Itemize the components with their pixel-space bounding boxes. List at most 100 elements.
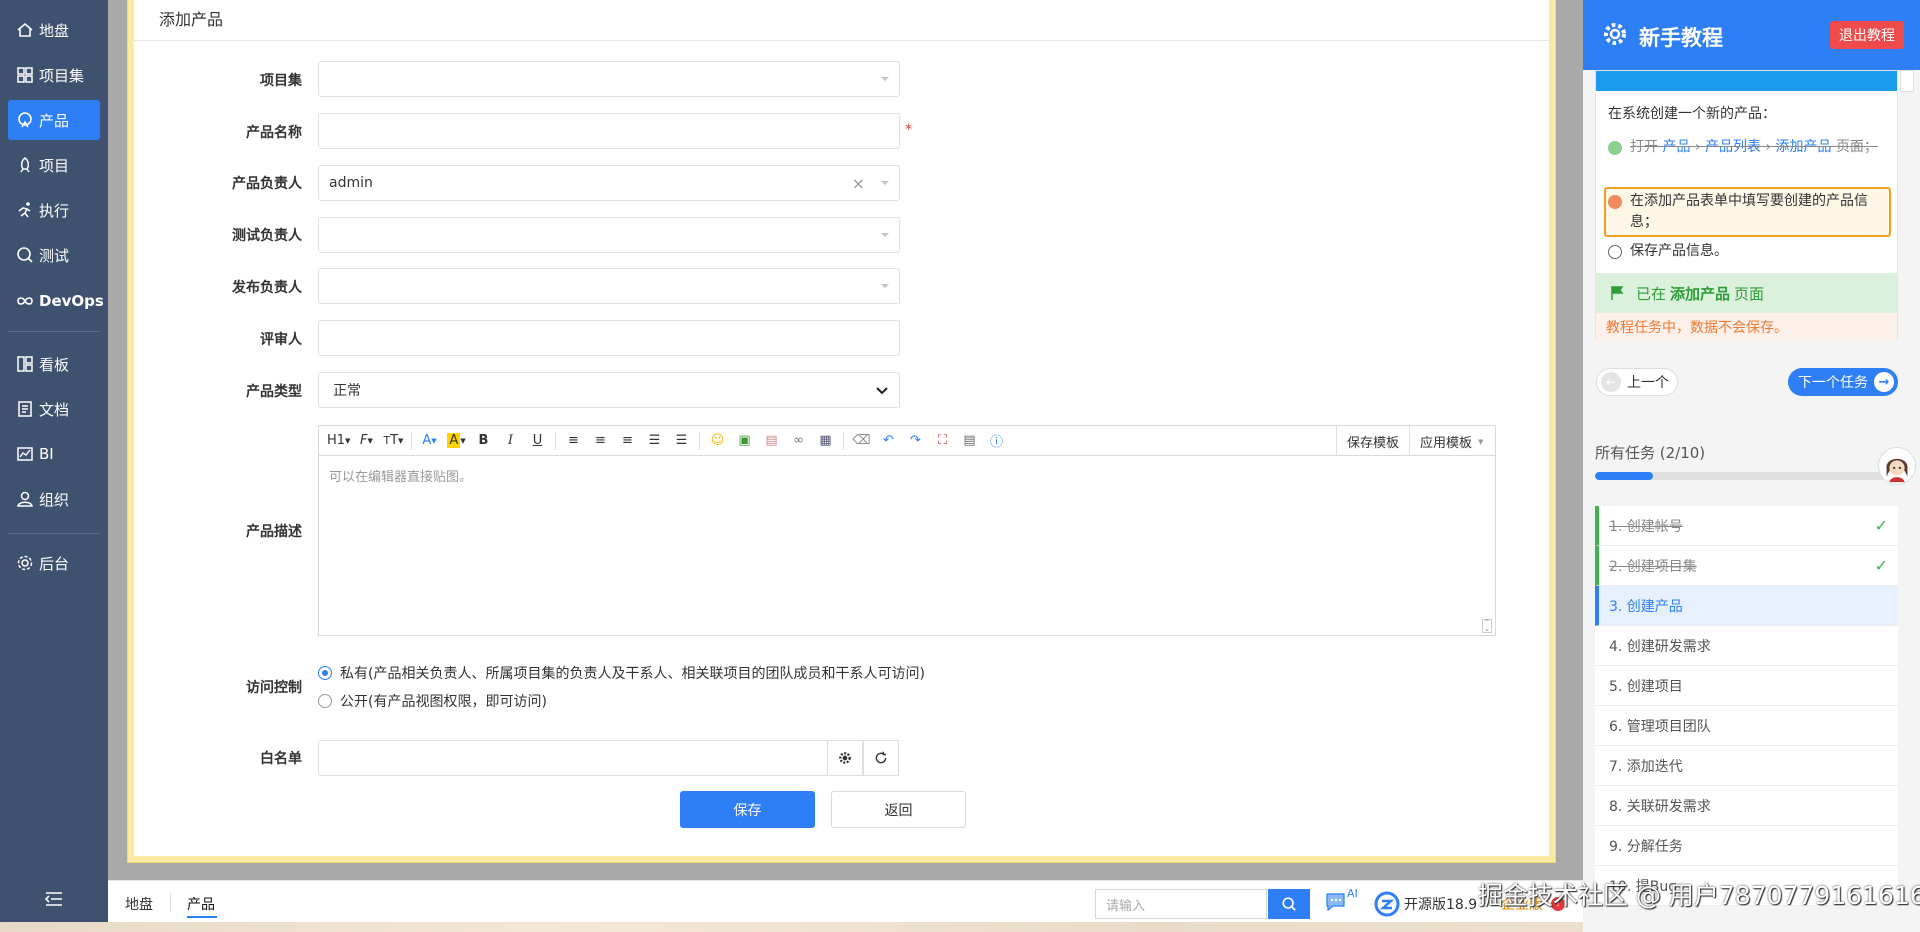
step-item-3: 保存产品信息。 [1608,241,1728,262]
task-item[interactable]: 1. 创建帐号 ✓ [1595,506,1898,546]
global-search-input[interactable]: 请输入 [1095,889,1267,919]
ai-chat-button[interactable]: AI [1324,887,1358,917]
redo-icon[interactable]: ↷ [904,430,926,452]
align-right-icon[interactable]: ≡ [616,430,638,452]
undo-icon[interactable]: ↶ [877,430,899,452]
rd-select[interactable] [318,268,900,304]
font-size-button[interactable]: T T ▾ [382,430,404,452]
task-item[interactable]: 4. 创建研发需求 [1595,626,1898,666]
home-icon [17,22,33,37]
underline-button[interactable]: U [526,430,548,452]
exit-tutorial-button[interactable]: 退出教程 [1830,21,1904,49]
save-button[interactable]: 保存 [680,791,815,828]
next-task-button[interactable]: 下一个任务 → [1788,368,1898,396]
tutorial-step-card: 在系统创建一个新的产品： 打开 产品 › 产品列表 › 添加产品 页面； 在添加… [1595,70,1898,341]
image-icon[interactable]: ▣ [733,430,755,452]
table-icon[interactable]: ▦ [814,430,836,452]
nav-item-home[interactable]: 地盘 [8,10,100,50]
assistant-avatar[interactable] [1878,447,1916,485]
search-button[interactable] [1268,889,1310,919]
unordered-list-icon[interactable]: ☰ [670,430,692,452]
radio-private[interactable] [318,666,332,680]
nav-item-label: 项目 [39,156,70,175]
po-select[interactable]: admin × [318,165,900,201]
step-link-add-product[interactable]: 添加产品 [1775,139,1831,155]
nav-item-project[interactable]: 项目 [8,145,100,185]
task-item[interactable]: 6. 管理项目团队 [1595,706,1898,746]
prev-step-button[interactable]: ← 上一个 [1596,368,1678,396]
nav-item-org[interactable]: 组织 [8,479,100,519]
whitelist-input[interactable] [318,740,828,776]
description-editor[interactable]: H1 ▾ F ▾ T T ▾ A ▾ A ▾ B I U ≡ ≡ ≡ ☰ ☰ ☺ ▣ ▤ ∞… [318,425,1496,636]
chevron-down-icon [881,77,889,81]
whitelist-settings-button[interactable] [827,740,863,776]
zentao-logo-icon [1374,891,1400,917]
align-left-icon[interactable]: ≡ [562,430,584,452]
nav-item-kanban[interactable]: 看板 [8,344,100,384]
task-item[interactable]: 8. 关联研发需求 [1595,786,1898,826]
infinity-icon [17,297,33,305]
radio-open[interactable] [318,694,332,708]
save-template-button[interactable]: 保存模板 [1336,426,1409,456]
source-icon[interactable]: ▤ [958,430,980,452]
status-suffix: 页面 [1734,284,1765,303]
product-name-input[interactable] [318,113,900,149]
type-select[interactable]: 正常 [318,372,900,408]
bottom-tab-home[interactable]: 地盘 [125,894,153,914]
gear-icon [839,752,851,764]
fullscreen-icon[interactable]: ⛶ [931,430,953,452]
nav-item-bi[interactable]: BI [8,434,100,474]
apply-template-button[interactable]: 应用模板 ▾ [1409,426,1493,456]
ordered-list-icon[interactable]: ☰ [643,430,665,452]
emoji-icon[interactable]: ☺ [706,430,728,452]
task-item[interactable]: 9. 分解任务 [1595,826,1898,866]
check-circle-icon [1608,141,1622,155]
task-item[interactable]: 3. 创建产品 [1595,586,1898,626]
acl-label: 访问控制 [246,680,302,696]
help-icon[interactable]: ⓘ [985,430,1007,452]
nav-item-doc[interactable]: 文档 [8,389,100,429]
active-tab-indicator [187,916,217,918]
bottom-tab-product[interactable]: 产品 [187,894,215,914]
task-item[interactable]: 5. 创建项目 [1595,666,1898,706]
collapse-menu-icon[interactable] [44,890,64,908]
back-button[interactable]: 返回 [831,791,966,828]
font-color-button[interactable]: A ▾ [418,430,440,452]
required-mark: * [905,122,912,138]
acl-open-option[interactable]: 公开(有产品视图权限，即可访问) [318,691,547,711]
nav-item-program[interactable]: 项目集 [8,55,100,95]
resize-handle-icon[interactable]: ⌃ ⌄ [1482,619,1492,633]
nav-item-test[interactable]: 测试 [8,235,100,275]
nav-item-admin[interactable]: 后台 [8,543,100,583]
bold-button[interactable]: B [472,430,494,452]
acl-private-option[interactable]: 私有(产品相关负责人、所属项目集的负责人及干系人、相关联项目的团队成员和干系人可… [318,663,925,683]
heading-button[interactable]: H1 ▾ [327,430,350,452]
clear-icon[interactable]: × [852,174,865,193]
reviewer-input[interactable] [318,320,900,356]
align-center-icon[interactable]: ≡ [589,430,611,452]
version-label[interactable]: 开源版18.9 [1404,894,1477,914]
whitelist-refresh-button[interactable] [863,740,899,776]
nav-item-product[interactable]: 产品 [8,100,100,140]
media-icon[interactable]: ▤ [760,430,782,452]
step-intro: 在系统创建一个新的产品： [1608,106,1776,122]
font-family-button[interactable]: F ▾ [355,430,377,452]
link-icon[interactable]: ∞ [787,430,809,452]
step-link-product[interactable]: 产品 [1662,139,1690,155]
chevron-down-icon [876,387,888,395]
eraser-icon[interactable]: ⌫ [850,430,872,452]
step-link-product-list[interactable]: 产品列表 [1705,139,1761,155]
nav-item-devops[interactable]: DevOps [8,281,104,321]
task-item[interactable]: 7. 添加迭代 [1595,746,1898,786]
task-item[interactable]: 2. 创建项目集 ✓ [1595,546,1898,586]
test-icon [17,247,33,263]
nav-item-label: 测试 [39,246,70,265]
run-icon [18,202,31,218]
nav-item-execution[interactable]: 执行 [8,190,100,230]
qd-select[interactable] [318,217,900,253]
program-select[interactable] [318,61,900,97]
scrollbar[interactable] [1900,70,1914,92]
italic-button[interactable]: I [499,430,521,452]
bg-color-button[interactable]: A ▾ [445,430,467,452]
tasks-progress-bar [1595,472,1885,480]
